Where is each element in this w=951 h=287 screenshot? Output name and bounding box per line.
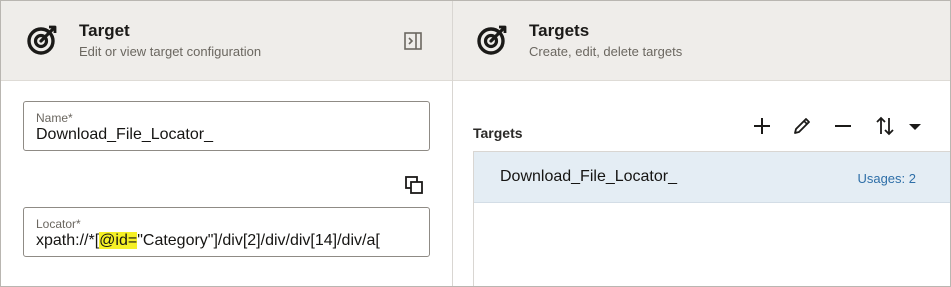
target-icon <box>477 25 507 55</box>
caret-down-icon[interactable] <box>904 115 926 137</box>
target-detail-panel: Target Edit or view target configuration… <box>1 1 453 286</box>
remove-icon[interactable] <box>832 115 854 137</box>
target-detail-header: Target Edit or view target configuration <box>1 1 452 81</box>
name-field[interactable]: Name* Download_File_Locator_ <box>23 101 430 151</box>
target-icon <box>27 25 57 55</box>
add-icon[interactable] <box>751 115 773 137</box>
edit-pencil-icon[interactable] <box>791 115 813 137</box>
locator-text-prefix: xpath://*[ <box>36 232 100 249</box>
name-input[interactable]: Download_File_Locator_ <box>36 126 423 144</box>
target-name: Download_File_Locator_ <box>500 168 677 185</box>
locator-field[interactable]: Locator* xpath://*[@id="Category"]/div[2… <box>23 207 430 257</box>
list-item[interactable]: Download_File_Locator_ Usages: 2 <box>474 152 950 203</box>
usages-link[interactable]: Usages: 2 <box>857 171 916 186</box>
page-subtitle: Edit or view target configuration <box>79 44 262 59</box>
copy-icon[interactable] <box>404 175 424 195</box>
panel-title: Targets <box>529 21 590 40</box>
name-field-label: Name* <box>36 111 73 125</box>
panel-subtitle: Create, edit, delete targets <box>529 44 683 59</box>
targets-list: Download_File_Locator_ Usages: 2 <box>473 151 950 286</box>
target-editor-window: Target Edit or view target configuration… <box>0 0 951 287</box>
locator-field-label: Locator* <box>36 217 81 231</box>
locator-input[interactable]: xpath://*[@id="Category"]/div[2]/div/div… <box>36 232 423 250</box>
locator-search-highlight: @id= <box>99 232 138 249</box>
targets-list-label: Targets <box>473 125 523 141</box>
locator-text-suffix: "Category"]/div[2]/div/div[14]/div/a[ <box>137 232 380 249</box>
targets-list-panel: Targets Create, edit, delete targets Tar… <box>453 1 950 286</box>
targets-list-header: Targets Create, edit, delete targets <box>453 1 950 81</box>
collapse-panel-icon[interactable] <box>403 31 423 51</box>
sort-icon[interactable] <box>874 115 896 137</box>
page-title: Target <box>79 21 130 40</box>
